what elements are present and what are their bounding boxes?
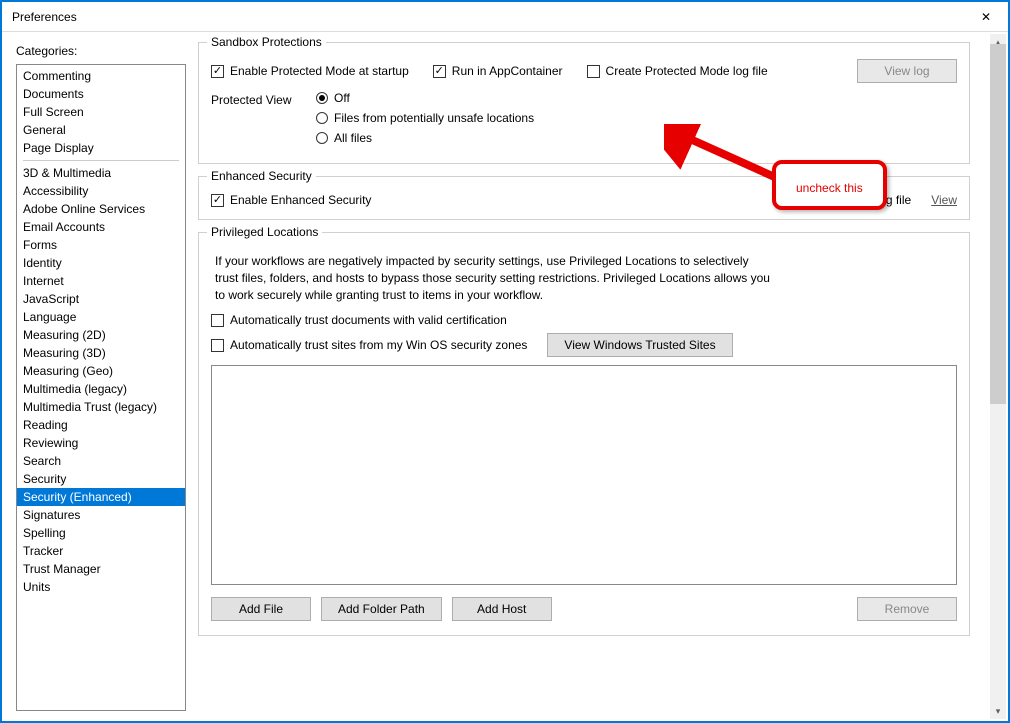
annotation-text: uncheck this (796, 181, 863, 195)
sidebar-item[interactable]: Spelling (17, 524, 185, 542)
sidebar-item[interactable]: Tracker (17, 542, 185, 560)
checkbox-icon: ✓ (433, 65, 446, 78)
titlebar: Preferences ✕ (2, 2, 1008, 32)
sidebar-separator (23, 160, 179, 161)
sidebar-item[interactable]: Search (17, 452, 185, 470)
pv-off-label: Off (334, 91, 350, 105)
pv-off-radio[interactable]: Off (316, 91, 534, 105)
sidebar-item[interactable]: Measuring (2D) (17, 326, 185, 344)
pv-unsafe-label: Files from potentially unsafe locations (334, 111, 534, 125)
protected-view-label: Protected View (211, 91, 296, 107)
view-log-button[interactable]: View log (857, 59, 957, 83)
sidebar-item[interactable]: General (17, 121, 185, 139)
sandbox-protections-group: Sandbox Protections ✓ Enable Protected M… (198, 42, 970, 164)
radio-icon (316, 112, 328, 124)
checkbox-icon (211, 314, 224, 327)
sidebar-item[interactable]: Measuring (3D) (17, 344, 185, 362)
pv-all-label: All files (334, 131, 372, 145)
sidebar-item[interactable]: Accessibility (17, 182, 185, 200)
add-file-button[interactable]: Add File (211, 597, 311, 621)
sidebar-item[interactable]: Security (Enhanced) (17, 488, 185, 506)
radio-icon (316, 132, 328, 144)
enhanced-view-link[interactable]: View (931, 193, 957, 207)
close-icon: ✕ (981, 10, 991, 24)
privileged-locations-group: Privileged Locations If your workflows a… (198, 232, 970, 636)
scrollbar-track[interactable]: ▴ ▾ (990, 34, 1006, 719)
auto-trust-zones-checkbox[interactable]: Automatically trust sites from my Win OS… (211, 338, 527, 352)
categories-label: Categories: (16, 44, 186, 58)
sidebar-item[interactable]: Measuring (Geo) (17, 362, 185, 380)
sandbox-group-title: Sandbox Protections (207, 35, 326, 49)
create-log-checkbox[interactable]: Create Protected Mode log file (587, 64, 768, 78)
scrollbar-thumb[interactable] (990, 44, 1006, 404)
create-log-label: Create Protected Mode log file (606, 64, 768, 78)
sidebar-item[interactable]: Signatures (17, 506, 185, 524)
sidebar-item[interactable]: Forms (17, 236, 185, 254)
add-folder-path-button[interactable]: Add Folder Path (321, 597, 442, 621)
sidebar-item[interactable]: Security (17, 470, 185, 488)
run-appcontainer-checkbox[interactable]: ✓ Run in AppContainer (433, 64, 563, 78)
privileged-group-title: Privileged Locations (207, 225, 322, 239)
enable-enhanced-security-checkbox[interactable]: ✓ Enable Enhanced Security (211, 193, 371, 207)
sidebar-item[interactable]: Multimedia Trust (legacy) (17, 398, 185, 416)
sidebar-item[interactable]: Documents (17, 85, 185, 103)
categories-listbox[interactable]: CommentingDocumentsFull ScreenGeneralPag… (16, 64, 186, 711)
radio-icon (316, 92, 328, 104)
sidebar-item[interactable]: Identity (17, 254, 185, 272)
checkbox-icon: ✓ (211, 65, 224, 78)
checkbox-icon (587, 65, 600, 78)
pv-unsafe-radio[interactable]: Files from potentially unsafe locations (316, 111, 534, 125)
auto-trust-cert-checkbox[interactable]: Automatically trust documents with valid… (211, 313, 507, 327)
sidebar-item[interactable]: Commenting (17, 67, 185, 85)
add-host-button[interactable]: Add Host (452, 597, 552, 621)
checkbox-icon (211, 339, 224, 352)
sidebar-item[interactable]: Adobe Online Services (17, 200, 185, 218)
enable-protected-mode-label: Enable Protected Mode at startup (230, 64, 409, 78)
sidebar-item[interactable]: Units (17, 578, 185, 596)
annotation-callout: uncheck this (772, 160, 887, 210)
sidebar-item[interactable]: Reading (17, 416, 185, 434)
window-title: Preferences (12, 10, 77, 24)
sidebar-item[interactable]: Page Display (17, 139, 185, 157)
window-close-button[interactable]: ✕ (964, 2, 1008, 32)
privileged-locations-listbox[interactable] (211, 365, 957, 585)
remove-button[interactable]: Remove (857, 597, 957, 621)
sidebar-item[interactable]: Reviewing (17, 434, 185, 452)
scrollbar-down-icon[interactable]: ▾ (990, 703, 1006, 719)
dialog-body: Categories: CommentingDocumentsFull Scre… (2, 32, 1008, 721)
sidebar-item[interactable]: Trust Manager (17, 560, 185, 578)
sidebar-item[interactable]: Internet (17, 272, 185, 290)
content-area: Sandbox Protections ✓ Enable Protected M… (192, 32, 1008, 721)
privileged-description: If your workflows are negatively impacte… (215, 253, 775, 303)
auto-trust-zones-label: Automatically trust sites from my Win OS… (230, 338, 527, 352)
content-scroll: Sandbox Protections ✓ Enable Protected M… (192, 32, 1008, 721)
sidebar-item[interactable]: JavaScript (17, 290, 185, 308)
enhanced-group-title: Enhanced Security (207, 169, 316, 183)
sidebar-item[interactable]: Language (17, 308, 185, 326)
sidebar-item[interactable]: Full Screen (17, 103, 185, 121)
sidebar-item[interactable]: 3D & Multimedia (17, 164, 185, 182)
sidebar-item[interactable]: Multimedia (legacy) (17, 380, 185, 398)
auto-trust-cert-label: Automatically trust documents with valid… (230, 313, 507, 327)
pv-all-radio[interactable]: All files (316, 131, 534, 145)
sidebar: Categories: CommentingDocumentsFull Scre… (2, 32, 192, 721)
enable-protected-mode-checkbox[interactable]: ✓ Enable Protected Mode at startup (211, 64, 409, 78)
sidebar-item[interactable]: Email Accounts (17, 218, 185, 236)
view-windows-trusted-sites-button[interactable]: View Windows Trusted Sites (547, 333, 732, 357)
run-appcontainer-label: Run in AppContainer (452, 64, 563, 78)
checkbox-icon: ✓ (211, 194, 224, 207)
enable-enhanced-security-label: Enable Enhanced Security (230, 193, 371, 207)
